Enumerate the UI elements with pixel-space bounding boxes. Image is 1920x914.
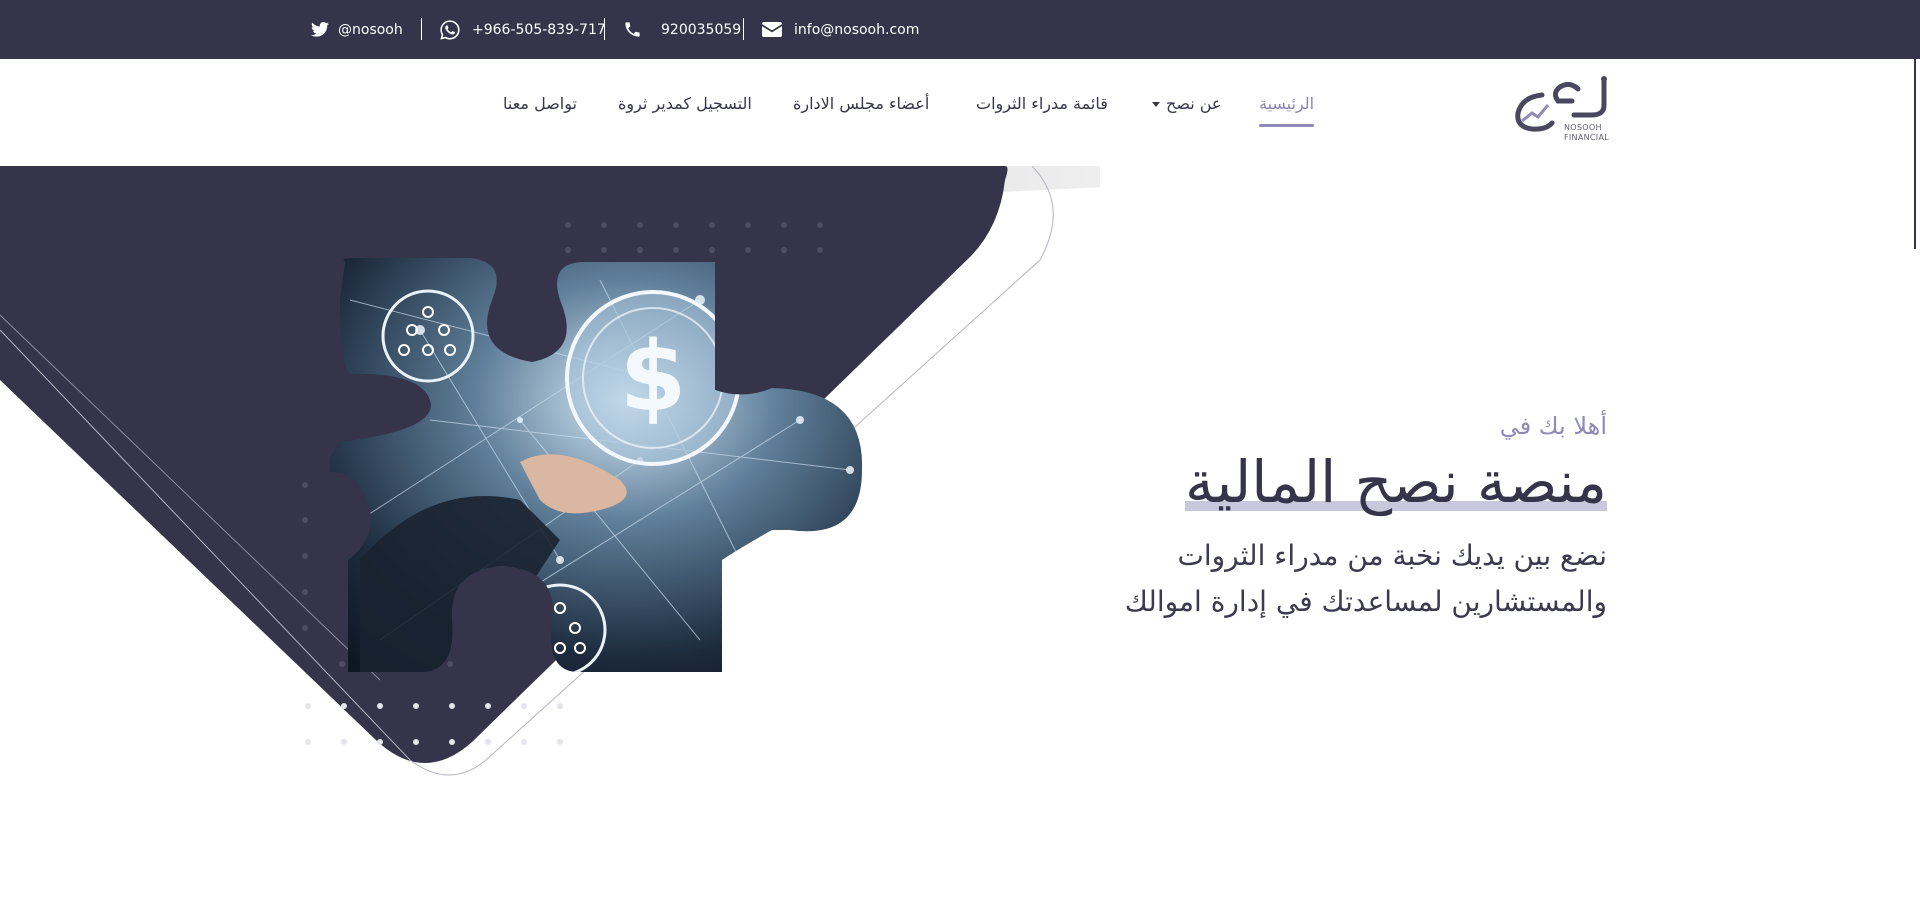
hero-illustration: $: [0, 166, 1100, 776]
email-address: info@nosooh.com: [794, 21, 920, 38]
hero-welcome: أهلا بك في: [1499, 412, 1607, 440]
chevron-down-icon: [1152, 102, 1160, 107]
active-underline: [1259, 124, 1315, 127]
nav-contact[interactable]: تواصل معنا: [503, 94, 577, 113]
top-contact-bar: @nosooh +966-505-839-717 920035059 info@…: [0, 0, 1920, 59]
divider: [421, 18, 422, 40]
phone-icon: [625, 22, 640, 37]
scroll-indicator[interactable]: [1914, 59, 1916, 249]
whatsapp-icon: [440, 19, 460, 40]
logo-text-financial: FINANCIAL: [1564, 133, 1609, 142]
nav-about-label: عن نصح: [1166, 94, 1222, 113]
hero-subtitle: نضع بين يديك نخبة من مدراء الثروات والمس…: [967, 533, 1607, 625]
nav-wealth-managers[interactable]: قائمة مدراء الثروات: [976, 94, 1108, 113]
divider: [604, 18, 605, 40]
nav-register[interactable]: التسجيل كمدير ثروة: [618, 94, 752, 113]
nav-home-label: الرئيسية: [1259, 94, 1315, 113]
main-header: تواصل معنا التسجيل كمدير ثروة أعضاء مجلس…: [0, 59, 1920, 166]
phone-number: 920035059: [661, 21, 742, 38]
site-logo[interactable]: NOSOOH FINANCIAL: [1512, 75, 1612, 147]
mail-icon: [762, 22, 782, 37]
twitter-handle: @nosooh: [338, 21, 403, 38]
email-link[interactable]: info@nosooh.com: [762, 0, 919, 59]
hero-subtitle-line1: نضع بين يديك نخبة من مدراء الثروات: [1177, 539, 1608, 572]
hero-title-text: منصة نصح المالية: [1185, 448, 1607, 516]
nav-board[interactable]: أعضاء مجلس الادارة: [793, 94, 929, 113]
logo-text-nosooh: NOSOOH: [1564, 123, 1602, 132]
hero-title-wrap: منصة نصح المالية: [1185, 445, 1607, 519]
divider: [743, 18, 744, 40]
hero-subtitle-line2: والمستشارين لمساعدتك في إدارة اموالك: [1124, 585, 1607, 618]
whatsapp-link[interactable]: +966-505-839-717: [439, 0, 606, 59]
twitter-link[interactable]: @nosooh: [311, 0, 403, 59]
phone-link[interactable]: 920035059: [623, 0, 741, 59]
whatsapp-number: +966-505-839-717: [472, 21, 606, 38]
nav-home[interactable]: الرئيسية: [1259, 94, 1315, 127]
twitter-icon: [311, 22, 329, 37]
nav-about[interactable]: عن نصح: [1152, 94, 1221, 113]
dollar-icon: $: [620, 321, 687, 433]
hero-title: منصة نصح المالية: [1185, 445, 1607, 519]
